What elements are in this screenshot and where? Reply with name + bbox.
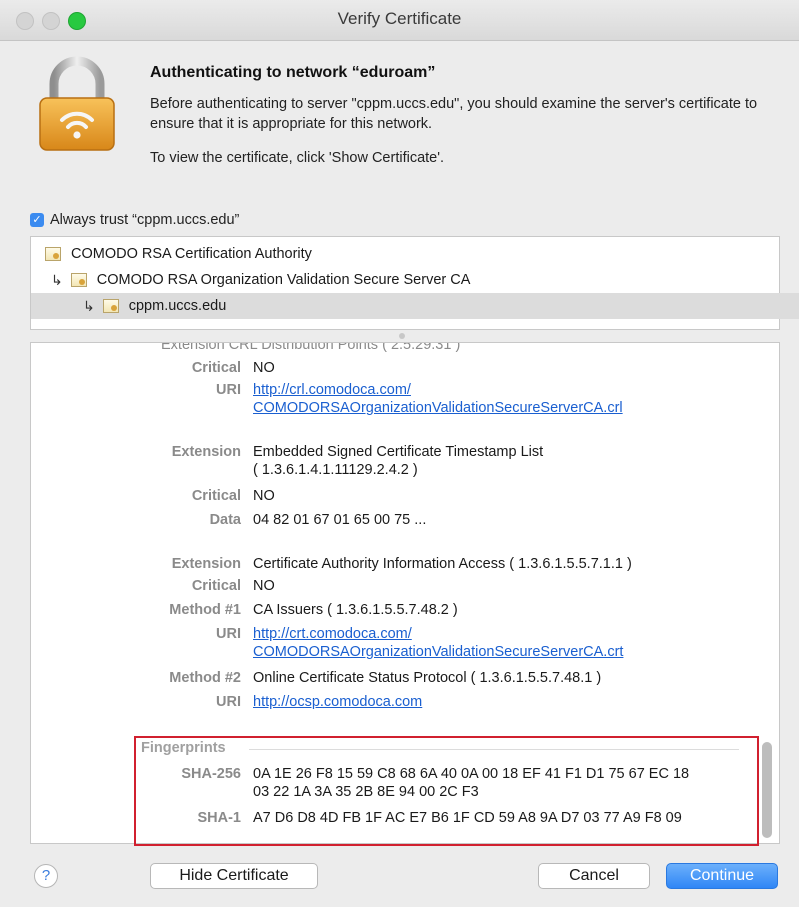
dialog-hint: To view the certificate, click 'Show Cer… bbox=[150, 150, 445, 166]
fingerprints-heading: Fingerprints bbox=[141, 740, 226, 756]
certificate-details-pane[interactable]: Extension CRL Distribution Points ( 2.5.… bbox=[30, 342, 780, 844]
continue-button[interactable]: Continue bbox=[666, 863, 778, 889]
chain-item-label: COMODO RSA Organization Validation Secur… bbox=[96, 272, 471, 288]
chain-item-intermediate[interactable]: ↳ COMODO RSA Organization Validation Sec… bbox=[31, 267, 799, 293]
always-trust-checkbox[interactable]: ✓ bbox=[30, 213, 44, 227]
padlock-wifi-icon bbox=[39, 56, 115, 151]
chain-item-root[interactable]: COMODO RSA Certification Authority bbox=[31, 241, 793, 267]
hierarchy-arrow-icon: ↳ bbox=[83, 297, 95, 314]
split-view-handle[interactable] bbox=[399, 333, 405, 339]
details-scrollbar[interactable] bbox=[762, 742, 772, 838]
window-title: Verify Certificate bbox=[337, 9, 462, 28]
always-trust-row[interactable]: ✓ Always trust “cppm.uccs.edu” bbox=[30, 210, 239, 230]
chain-item-label: COMODO RSA Certification Authority bbox=[71, 246, 312, 262]
crl-uri-link[interactable]: http://crl.comodoca.com/ COMODORSAOrgani… bbox=[253, 381, 753, 417]
certificate-chain-list[interactable]: COMODO RSA Certification Authority ↳ COM… bbox=[30, 236, 799, 330]
certificate-icon bbox=[102, 299, 119, 313]
always-trust-label: Always trust “cppm.uccs.edu” bbox=[50, 212, 240, 228]
title-bar: Verify Certificate bbox=[0, 0, 799, 41]
dialog-description: Before authenticating to server "cppm.uc… bbox=[150, 96, 758, 132]
certificate-icon bbox=[45, 247, 61, 261]
certificate-icon bbox=[70, 273, 87, 287]
aia-uri2-link[interactable]: http://ocsp.comodoca.com bbox=[253, 693, 753, 711]
chain-item-label: cppm.uccs.edu bbox=[128, 298, 227, 314]
fingerprints-divider bbox=[249, 749, 739, 750]
cut-off-row: Extension CRL Distribution Points ( 2.5.… bbox=[161, 342, 461, 353]
help-button[interactable]: ? bbox=[34, 864, 58, 888]
hide-certificate-button[interactable]: Hide Certificate bbox=[150, 863, 318, 889]
aia-uri1-link[interactable]: http://crt.comodoca.com/ COMODORSAOrgani… bbox=[253, 625, 753, 661]
dialog-heading: Authenticating to network “eduroam” bbox=[150, 64, 436, 81]
chain-item-leaf[interactable]: ↳ cppm.uccs.edu bbox=[31, 293, 799, 319]
cancel-button[interactable]: Cancel bbox=[538, 863, 650, 889]
hierarchy-arrow-icon: ↳ bbox=[51, 271, 63, 288]
